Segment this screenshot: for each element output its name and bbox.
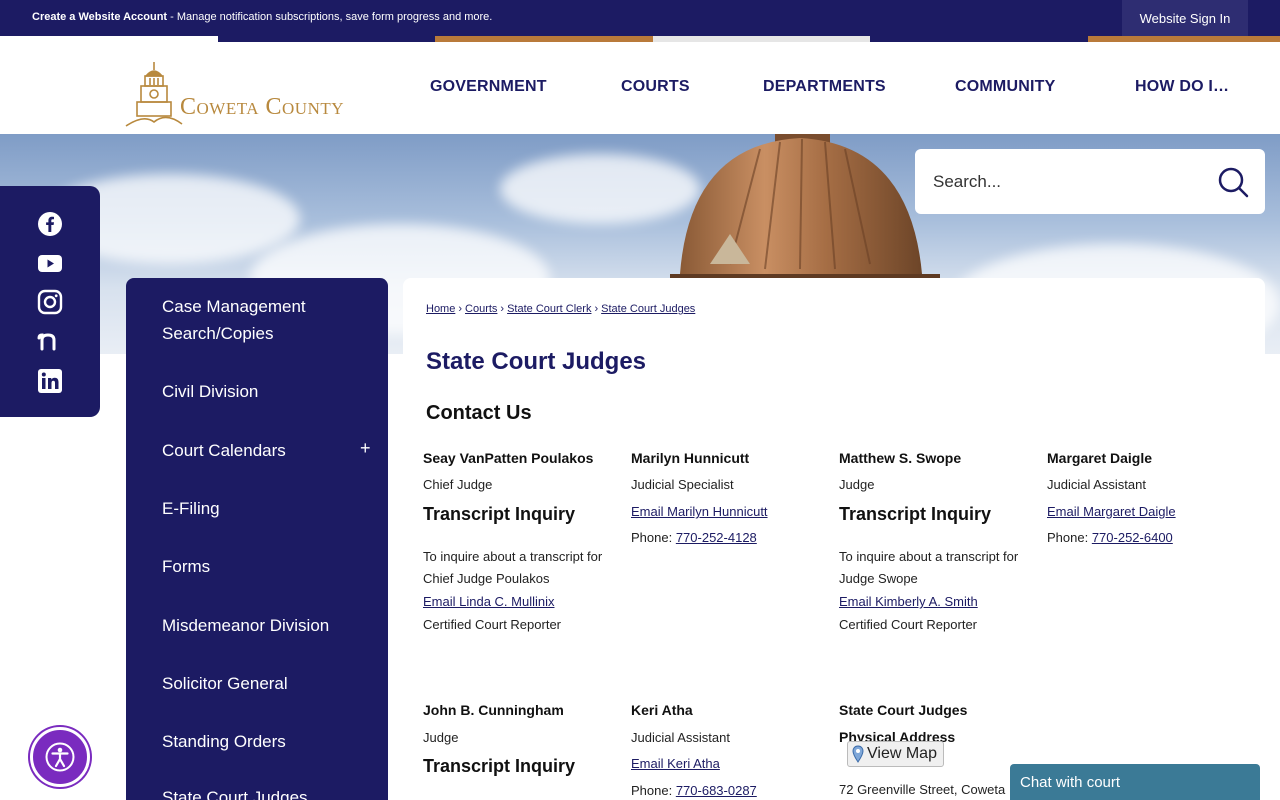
contact-title: Judicial Specialist — [631, 477, 734, 492]
contact-title: Chief Judge — [423, 477, 493, 492]
side-navigation: Case Management Search/Copies Civil Divi… — [126, 278, 388, 800]
view-map-label: View Map — [867, 745, 937, 762]
search-input[interactable] — [933, 167, 1203, 197]
contact-title: Judge — [839, 477, 875, 492]
sidenav-case-management[interactable]: Case Management Search/Copies — [162, 293, 362, 347]
nextdoor-icon[interactable] — [37, 329, 63, 355]
expand-court-calendars-button[interactable]: + — [360, 438, 371, 459]
email-link[interactable]: Email Keri Atha — [631, 756, 720, 771]
contact-title: Judicial Assistant — [631, 730, 730, 745]
phone-label: Phone: — [1047, 530, 1092, 545]
phone-link[interactable]: 770-252-6400 — [1092, 530, 1173, 545]
phone-row: Phone: 770-252-6400 — [1047, 530, 1173, 545]
transcript-inquiry-heading: Transcript Inquiry — [839, 504, 992, 524]
phone-row: Phone: 770-252-4128 — [631, 530, 757, 545]
search-icon — [1218, 167, 1249, 198]
nav-departments[interactable]: DEPARTMENTS — [763, 78, 886, 96]
breadcrumb-courts[interactable]: Courts — [465, 303, 497, 315]
courthouse-tower-icon — [125, 62, 183, 127]
breadcrumb-home[interactable]: Home — [426, 303, 455, 315]
inquiry-text-2: Chief Judge Poulakos — [423, 571, 550, 586]
search-button[interactable] — [1215, 164, 1251, 200]
sidenav-solicitor-general[interactable]: Solicitor General — [162, 670, 362, 697]
breadcrumb-state-court-judges[interactable]: State Court Judges — [601, 303, 695, 315]
phone-label: Phone: — [631, 783, 676, 798]
create-account-link[interactable]: Create a Website Account — [32, 11, 167, 23]
page-title: State Court Judges — [426, 348, 647, 375]
breadcrumb: Home › Courts › State Court Clerk › State Cour… — [426, 303, 696, 315]
accessibility-person-icon — [45, 742, 75, 772]
breadcrumb-state-court-clerk[interactable]: State Court Clerk — [507, 303, 591, 315]
email-link[interactable]: Email Kimberly A. Smith — [839, 594, 978, 609]
logo-wordmark: Coweta County — [180, 94, 345, 120]
contact-name: Matthew S. Swope — [839, 450, 962, 466]
email-link[interactable]: Email Marilyn Hunnicutt — [631, 504, 768, 519]
contact-name: John B. Cunningham — [423, 702, 564, 718]
inquiry-text-2: Judge Swope — [839, 571, 918, 586]
nav-community[interactable]: COMMUNITY — [955, 78, 1055, 96]
contact-title: Judge — [423, 730, 459, 745]
sidenav-forms[interactable]: Forms — [162, 553, 362, 580]
contact-role: Certified Court Reporter — [839, 617, 977, 632]
map-pin-icon — [852, 745, 864, 763]
inquiry-text: To inquire about a transcript for — [839, 549, 1019, 564]
nav-how-do-i[interactable]: HOW DO I… — [1135, 78, 1229, 96]
email-link[interactable]: Email Linda C. Mullinix — [423, 594, 555, 609]
contact-name: Keri Atha — [631, 702, 693, 718]
create-account-description: - Manage notification subscriptions, sav… — [167, 11, 493, 23]
sidenav-e-filing[interactable]: E-Filing — [162, 495, 362, 522]
youtube-icon[interactable] — [37, 250, 63, 276]
transcript-inquiry-heading: Transcript Inquiry — [423, 504, 576, 524]
social-media-bar — [0, 186, 100, 417]
location-name: State Court Judges — [839, 702, 968, 718]
linkedin-icon[interactable] — [37, 368, 63, 394]
inquiry-text: To inquire about a transcript for — [423, 549, 603, 564]
street-address: 72 Greenville Street, Coweta — [839, 782, 1006, 797]
sidenav-civil-division[interactable]: Civil Division — [162, 378, 362, 405]
sidenav-misdemeanor-division[interactable]: Misdemeanor Division — [162, 612, 362, 639]
contact-title: Judicial Assistant — [1047, 477, 1146, 492]
phone-label: Phone: — [631, 530, 676, 545]
transcript-inquiry-heading: Transcript Inquiry — [423, 756, 576, 776]
phone-link[interactable]: 770-252-4128 — [676, 530, 757, 545]
sidenav-standing-orders[interactable]: Standing Orders — [162, 728, 362, 755]
utility-bar: Create a Website Account - Manage notifi… — [0, 0, 1280, 36]
contact-role: Certified Court Reporter — [423, 617, 561, 632]
sidenav-court-calendars[interactable]: Court Calendars — [162, 437, 362, 464]
main-content: Home › Courts › State Court Clerk › State Cour… — [403, 278, 1265, 800]
accessibility-button[interactable] — [30, 727, 90, 787]
search-box — [915, 149, 1265, 214]
coweta-county-logo[interactable]: Coweta County — [124, 60, 384, 130]
facebook-icon[interactable] — [37, 211, 63, 237]
chat-with-court-button[interactable]: Chat with court — [1010, 764, 1260, 800]
sidenav-state-court-judges[interactable]: State Court Judges — [162, 784, 362, 800]
email-link[interactable]: Email Margaret Daigle — [1047, 504, 1176, 519]
phone-row: Phone: 770-683-0287 — [631, 783, 757, 798]
phone-link[interactable]: 770-683-0287 — [676, 783, 757, 798]
site-header: Coweta County GOVERNMENT COURTS DEPARTME… — [0, 42, 1280, 134]
contact-us-heading: Contact Us — [426, 402, 532, 424]
contact-name: Marilyn Hunnicutt — [631, 450, 750, 466]
create-account-message[interactable]: Create a Website Account - Manage notifi… — [32, 11, 492, 23]
contact-name: Seay VanPatten Poulakos — [423, 450, 594, 466]
nav-government[interactable]: GOVERNMENT — [430, 78, 547, 96]
contact-name: Margaret Daigle — [1047, 450, 1153, 466]
view-map-button[interactable]: View Map — [847, 741, 944, 767]
nav-courts[interactable]: COURTS — [621, 78, 690, 96]
website-sign-in-button[interactable]: Website Sign In — [1122, 0, 1248, 36]
instagram-icon[interactable] — [37, 289, 63, 315]
